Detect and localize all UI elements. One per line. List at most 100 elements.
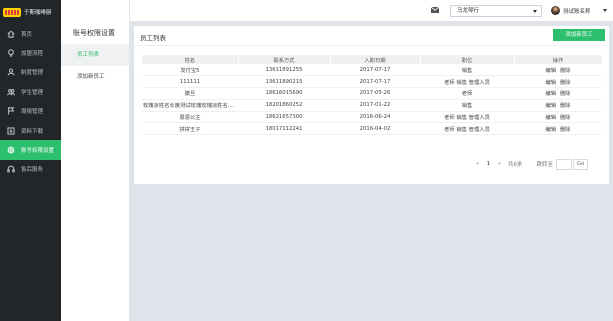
chevron-down-icon (533, 10, 537, 13)
sidebar-item-label: 周报管理 (21, 109, 44, 116)
home-icon (6, 29, 15, 38)
cell-position: 老师 销售 管理人员 (420, 122, 514, 136)
cell-hire-date: 2017-05-26 (330, 87, 420, 100)
next-page-button[interactable]: » (494, 161, 505, 167)
employee-list-panel: 员工列表 添加新员工 姓名 联系方式 入职日期 职位 操作 发付宝5 13611… (134, 26, 609, 184)
gear-icon (6, 146, 15, 155)
column-header-actions: 操作 (514, 55, 603, 64)
sidebar-item-join-process[interactable]: 加盟流程 (0, 43, 61, 62)
cell-hire-date: 2017-01-22 (330, 99, 420, 112)
brand-name: 于斯咖啡厨 (24, 10, 52, 16)
edit-link[interactable]: 编辑 (545, 103, 556, 109)
edit-link[interactable]: 编辑 (545, 91, 556, 97)
cell-actions: 编辑 删除 (514, 64, 602, 77)
edit-link[interactable]: 编辑 (545, 127, 556, 133)
cell-name: 111111 (142, 75, 238, 89)
cell-actions: 编辑 删除 (514, 99, 602, 112)
delete-link[interactable]: 删除 (560, 91, 571, 97)
download-box-icon (6, 126, 15, 135)
sidebar-item-label: 账号权限设置 (21, 148, 55, 155)
sidebar-item-label: 售后服务 (21, 167, 44, 174)
logo-icon (3, 7, 21, 17)
sidebar-item-policy[interactable]: 制度管理 (0, 63, 61, 82)
sub-navigation: 账号权限设置 员工列表 添加新员工 (61, 0, 130, 321)
cell-phone: 18017112241 (238, 122, 330, 136)
sidebar-item-label: 资料下载 (21, 128, 44, 135)
people-icon (6, 87, 15, 96)
cell-name: 拼拼王子 (142, 122, 238, 136)
cell-position: 老师 销售 管理人员 (420, 75, 514, 89)
main-sidebar: 于斯咖啡厨 首页 加盟流程 制度管理 学生管理 周报管理 资料下载 账号权限设置… (0, 0, 61, 321)
table-row: 发付宝5 13611891255 2017-07-17 销售 编辑 删除 (142, 64, 602, 77)
sidebar-item-after-sales[interactable]: 售后服务 (0, 160, 61, 179)
sidebar-item-weekly[interactable]: 周报管理 (0, 102, 61, 121)
delete-link[interactable]: 删除 (560, 68, 571, 74)
total-count: 共6条 (508, 162, 523, 168)
employee-table: 姓名 联系方式 入职日期 职位 操作 发付宝5 13611891255 2017… (142, 55, 603, 136)
sidebar-item-home[interactable]: 首页 (0, 24, 61, 43)
table-row: 撒旦 18616015690 2017-05-26 老师 编辑 删除 (142, 87, 602, 100)
table-row: 111111 13611890215 2017-07-17 老师 销售 管理人员… (142, 75, 602, 89)
sidebar-item-downloads[interactable]: 资料下载 (0, 121, 61, 140)
brand-logo[interactable]: 于斯咖啡厨 (0, 0, 61, 24)
edit-link[interactable]: 编辑 (545, 115, 556, 121)
flag-icon (6, 107, 15, 116)
sidebar-item-label: 制度管理 (21, 70, 44, 77)
add-employee-button[interactable]: 添加新员工 (553, 29, 605, 41)
table-row: 玫瑰凉姓名长度测试玫瑰玫瑰凉姓名长度测试 18201860252 2017-01… (142, 99, 602, 112)
page-jump-input[interactable] (556, 158, 573, 170)
subnav-title: 账号权限设置 (73, 29, 115, 37)
column-header-name: 姓名 (142, 55, 239, 64)
cell-position: 老师 (420, 87, 514, 100)
cell-position: 老师 销售 管理人员 (420, 111, 514, 124)
subnav-item-employee-list[interactable]: 员工列表 (61, 44, 129, 66)
column-header-position: 职位 (420, 55, 515, 64)
panel-title: 员工列表 (140, 34, 166, 42)
top-bar: 马龙琴行 测试账名称 (130, 0, 613, 22)
store-select-value: 马龙琴行 (457, 8, 480, 14)
column-header-hire-date: 入职日期 (330, 55, 421, 64)
sidebar-item-label: 加盟流程 (21, 51, 44, 58)
prev-page-button[interactable]: « (472, 161, 483, 167)
cell-hire-date: 2016-04-02 (330, 122, 420, 136)
caret-down-icon[interactable] (603, 9, 607, 12)
pagination: « 1 » 共6条 跳转至 Go (472, 158, 589, 170)
table-header-row: 姓名 联系方式 入职日期 职位 操作 (142, 55, 603, 64)
go-button[interactable]: Go (573, 158, 589, 170)
table-row: 恩恩公主 18621657300 2016-06-24 老师 销售 管理人员 编… (142, 111, 602, 124)
subnav-item-add-employee[interactable]: 添加新员工 (61, 66, 129, 88)
cell-phone: 13611890215 (238, 75, 330, 89)
cell-name: 撒旦 (142, 87, 238, 100)
delete-link[interactable]: 删除 (560, 103, 571, 109)
jump-to-label: 跳转至 (536, 162, 554, 168)
page-number-current[interactable]: 1 (483, 161, 494, 167)
delete-link[interactable]: 删除 (560, 80, 571, 86)
cell-actions: 编辑 删除 (514, 111, 602, 124)
cell-hire-date: 2016-06-24 (330, 111, 420, 124)
avatar[interactable] (551, 6, 560, 15)
sidebar-item-label: 学生管理 (21, 89, 44, 96)
cell-position: 销售 (420, 64, 514, 77)
cell-position: 销售 (420, 99, 514, 112)
sidebar-item-label: 首页 (21, 31, 33, 38)
cell-phone: 18621657300 (238, 111, 330, 124)
delete-link[interactable]: 删除 (560, 115, 571, 121)
edit-link[interactable]: 编辑 (545, 80, 556, 86)
delete-link[interactable]: 删除 (560, 127, 571, 133)
cell-name: 恩恩公主 (142, 111, 238, 124)
cell-phone: 18616015690 (238, 87, 330, 100)
sidebar-item-students[interactable]: 学生管理 (0, 82, 61, 101)
user-name[interactable]: 测试账名称 (563, 7, 591, 15)
cell-actions: 编辑 删除 (514, 122, 602, 136)
cell-actions: 编辑 删除 (514, 87, 602, 100)
store-select[interactable]: 马龙琴行 (450, 5, 542, 17)
edit-link[interactable]: 编辑 (545, 68, 556, 74)
sidebar-item-account-permissions[interactable]: 账号权限设置 (0, 140, 61, 160)
cell-name: 玫瑰凉姓名长度测试玫瑰玫瑰凉姓名长度测试 (142, 99, 238, 112)
cell-phone: 18201860252 (238, 99, 330, 112)
cell-phone: 13611891255 (238, 64, 330, 77)
mail-icon[interactable] (430, 6, 440, 13)
column-header-contact: 联系方式 (238, 55, 331, 64)
table-row: 拼拼王子 18017112241 2016-04-02 老师 销售 管理人员 编… (142, 122, 602, 136)
cell-actions: 编辑 删除 (514, 75, 602, 89)
